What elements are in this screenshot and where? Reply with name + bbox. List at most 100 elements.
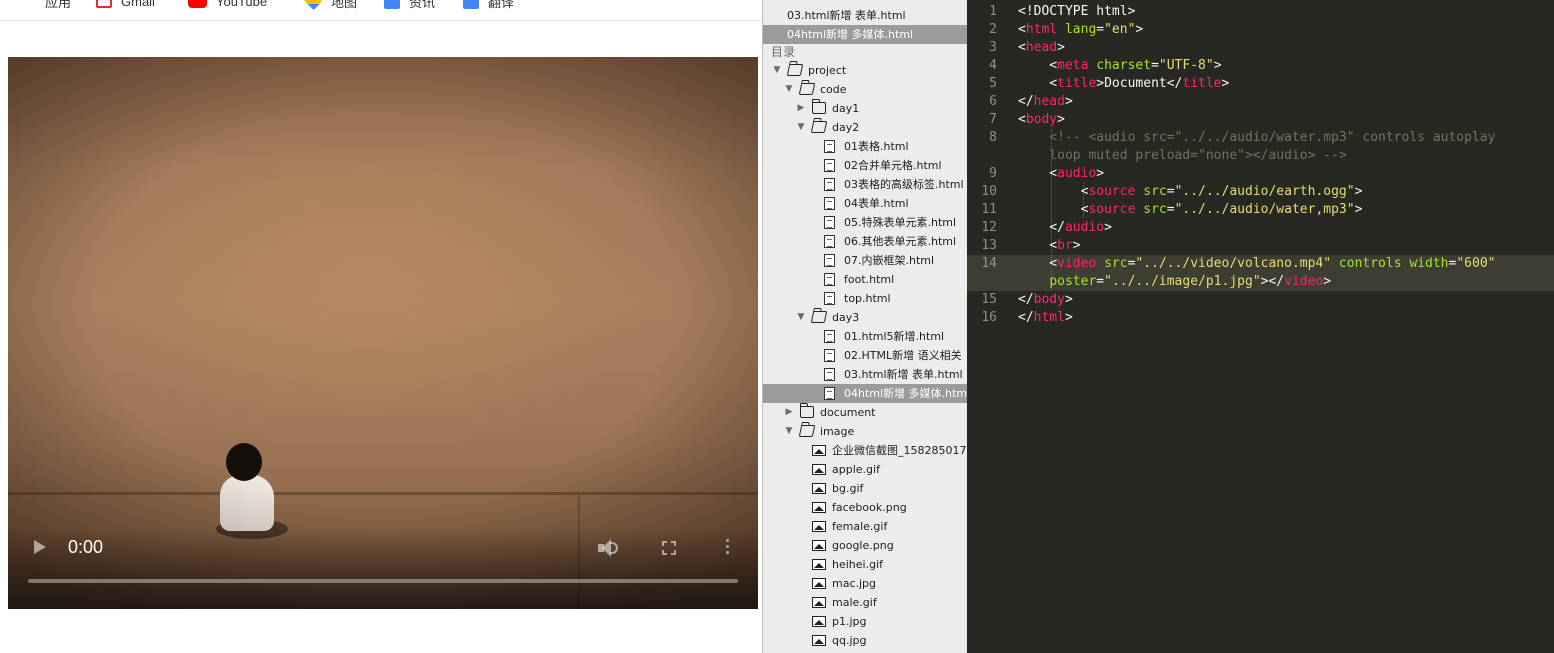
file-icon [824,292,835,305]
bookmark-news[interactable]: 资讯 [384,0,435,11]
disclosure-closed-icon[interactable]: ▶ [784,403,794,422]
more-vert-icon[interactable] [726,539,730,557]
code-line[interactable]: </html> [1018,309,1073,327]
code-token-tag: title [1057,76,1097,91]
code-line[interactable]: <audio> [1018,165,1104,183]
folder-icon [812,99,826,114]
code-line[interactable]: </head> [1018,93,1073,111]
tree-file-item[interactable]: foot.html [763,270,967,289]
line-gutter: 1 2 3 4 5 6 7 8 9 10 11 12 13 14 15 16 [967,0,1013,653]
tree-file-item[interactable]: mac.jpg [763,574,967,593]
open-file-item[interactable]: 04html新增 多媒体.html [763,25,967,44]
file-icon [824,140,835,153]
volume-icon[interactable] [598,539,618,557]
bookmarks-bar: 应用 Gmail YouTube 地图 资讯 翻译 [0,0,762,21]
disclosure-open-icon[interactable]: ▼ [796,308,806,327]
tree-file-item[interactable]: qq.jpg [763,631,967,650]
code-token-attr: charset [1096,58,1152,73]
disclosure-open-icon[interactable]: ▼ [784,422,794,441]
tree-file-item[interactable]: 03.html新增 表单.html [763,365,967,384]
file-icon [824,197,835,210]
tree-file-item[interactable]: female.gif [763,517,967,536]
tree-file-item[interactable]: bg.gif [763,479,967,498]
code-line[interactable]: </audio> [1018,219,1112,237]
gmail-icon [96,0,112,8]
browser-window: 应用 Gmail YouTube 地图 资讯 翻译 0:00 [0,0,762,653]
folder-open-icon [810,121,828,133]
tree-item-label: heihei.gif [832,558,883,571]
code-line[interactable]: <title>Document</title> [1018,75,1229,93]
code-editor[interactable]: 1 2 3 4 5 6 7 8 9 10 11 12 13 14 15 16 <!DOCTYPE html> <… [967,0,1554,653]
code-token-cmt: <!-- <audio src="../../audio/water.mp3" … [1018,130,1496,145]
tree-file-item[interactable]: 06.其他表单元素.html [763,232,967,251]
tree-folder-project[interactable]: ▼ project [763,61,967,80]
code-token-punct: > [1354,202,1363,217]
news-icon [384,0,400,9]
code-token-tag: body [1025,112,1058,127]
open-file-item[interactable]: 03.html新增 表单.html [763,6,967,25]
code-line[interactable]: <body> [1018,111,1065,129]
disclosure-open-icon[interactable]: ▼ [796,118,806,137]
code-line[interactable]: <head> [1018,39,1065,57]
file-icon [824,330,835,343]
code-line[interactable]: <!-- <audio src="../../audio/water.mp3" … [1018,129,1495,147]
tree-folder-document[interactable]: ▶ document [763,403,967,422]
bookmark-apps[interactable]: 应用 [18,0,71,11]
code-line[interactable]: <source src="../../audio/earth.ogg"> [1018,183,1363,201]
tree-item-label: 07.内嵌框架.html [844,254,935,267]
bookmark-maps[interactable]: 地图 [303,0,357,11]
bookmark-translate[interactable]: 翻译 [463,0,514,11]
tree-file-item[interactable]: google.png [763,536,967,555]
code-line[interactable]: <br> [1018,237,1080,255]
code-line[interactable]: <video src="../../video/volcano.mp4" con… [1018,255,1495,273]
code-token-tag: head [1033,94,1065,109]
bookmark-gmail[interactable]: Gmail [96,0,155,11]
code-line[interactable]: <!DOCTYPE html> [1018,3,1135,21]
tree-item-label: foot.html [844,273,895,286]
youtube-icon [188,0,207,8]
play-icon[interactable] [34,540,46,554]
line-number: 3 [989,40,997,55]
tree-file-item[interactable]: 03表格的高级标签.html [763,175,967,194]
code-line[interactable]: <meta charset="UTF-8"> [1018,57,1221,75]
tree-folder-day3[interactable]: ▼ day3 [763,308,967,327]
tree-folder-code[interactable]: ▼ code [763,80,967,99]
code-line[interactable]: <html lang="en"> [1018,21,1143,39]
tree-file-item[interactable]: 02合并单元格.html [763,156,967,175]
tree-item-label: male.gif [832,596,877,609]
tree-file-item[interactable]: heihei.gif [763,555,967,574]
code-line[interactable]: loop muted preload="none"></audio> --> [1018,147,1346,165]
tree-file-item[interactable]: p1.jpg [763,612,967,631]
tree-folder-day2[interactable]: ▼ day2 [763,118,967,137]
bookmark-youtube[interactable]: YouTube [188,0,267,11]
tree-file-item[interactable]: 05.特殊表单元素.html [763,213,967,232]
video-progress-bar[interactable] [28,579,738,583]
tree-folder-day1[interactable]: ▶ day1 [763,99,967,118]
tree-file-item[interactable]: top.html [763,289,967,308]
disclosure-open-icon[interactable]: ▼ [784,80,794,99]
code-token-punct: < [1018,112,1026,127]
code-line[interactable]: <source src="../../audio/water,mp3"> [1018,201,1363,219]
fullscreen-icon[interactable] [662,541,676,555]
code-token-str: "../../image/p1.jpg" [1104,274,1261,289]
tree-file-item[interactable]: 04html新增 多媒体.html [763,384,967,403]
bookmark-label: 应用 [45,0,72,10]
disclosure-closed-icon[interactable]: ▶ [796,99,806,118]
video-player[interactable]: 0:00 [8,57,758,609]
tree-file-item[interactable]: 04表单.html [763,194,967,213]
code-line[interactable]: </body> [1018,291,1073,309]
tree-file-item[interactable]: facebook.png [763,498,967,517]
tree-folder-image[interactable]: ▼ image [763,422,967,441]
tree-file-item[interactable]: male.gif [763,593,967,612]
disclosure-open-icon[interactable]: ▼ [772,61,782,80]
image-file-icon [812,445,826,456]
code-line[interactable]: poster="../../image/p1.jpg"></video> [1018,273,1331,291]
tree-file-item[interactable]: apple.gif [763,460,967,479]
tree-file-item[interactable]: 02.HTML新增 语义相关 [763,346,967,365]
tree-file-item[interactable]: 企业微信截图_158285017 [763,441,967,460]
tree-file-item[interactable]: 01.html5新增.html [763,327,967,346]
code-token-punct: </ [1018,292,1034,307]
tree-file-item[interactable]: 01表格.html [763,137,967,156]
tree-file-item[interactable]: 07.内嵌框架.html [763,251,967,270]
file-icon [824,349,835,362]
